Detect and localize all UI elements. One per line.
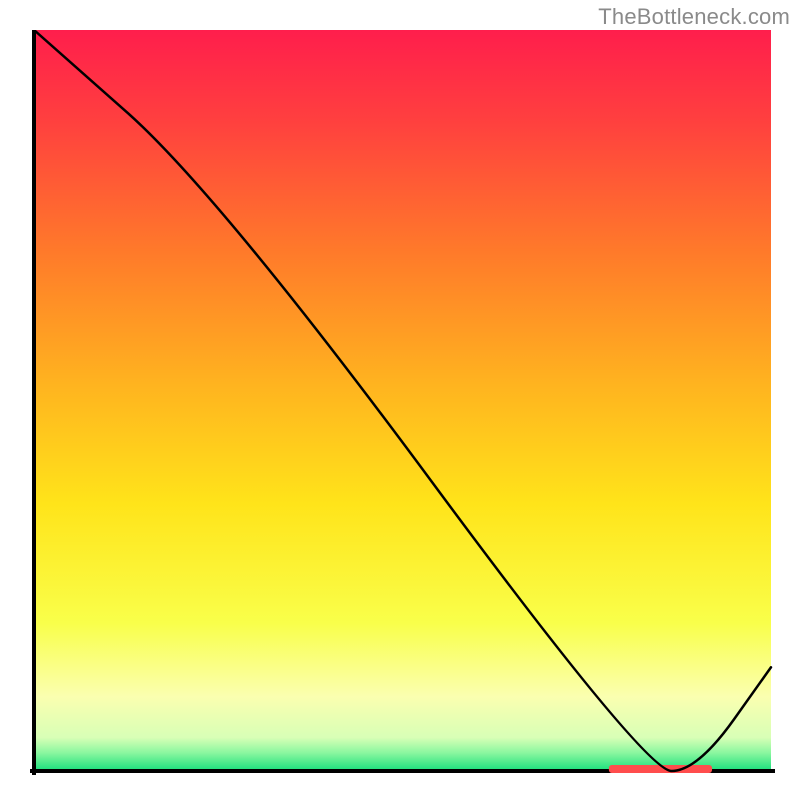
chart-container: TheBottleneck.com: [0, 0, 800, 800]
bottleneck-chart: [30, 30, 775, 775]
plot-background: [34, 30, 771, 771]
watermark-text: TheBottleneck.com: [598, 4, 790, 30]
